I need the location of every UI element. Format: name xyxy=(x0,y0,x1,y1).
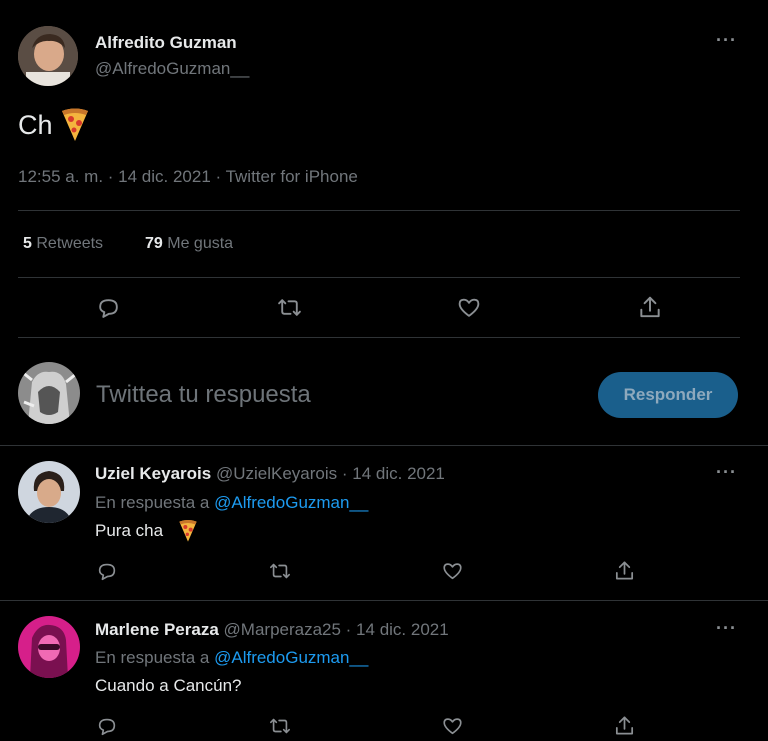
author-name[interactable]: Alfredito Guzman xyxy=(95,33,237,53)
more-options-icon[interactable]: ··· xyxy=(716,462,737,483)
heart-icon[interactable] xyxy=(456,295,482,320)
comment-icon[interactable] xyxy=(96,295,121,320)
reply-to-link[interactable]: @AlfredoGuzman__ xyxy=(214,493,368,512)
reply-author-name[interactable]: Uziel Keyarois xyxy=(95,464,211,483)
reply-context-prefix: En respuesta a xyxy=(95,648,210,667)
reply-author-name[interactable]: Marlene Peraza xyxy=(95,620,219,639)
retweets-count: 5 xyxy=(23,235,32,252)
retweet-icon[interactable] xyxy=(276,295,303,320)
divider xyxy=(18,210,740,211)
reply-context-prefix: En respuesta a xyxy=(95,493,210,512)
pizza-icon xyxy=(60,107,90,143)
likes-label: Me gusta xyxy=(167,235,234,252)
comment-icon[interactable] xyxy=(96,715,118,737)
reply-text: Pura cha xyxy=(95,521,164,540)
more-options-icon[interactable]: ··· xyxy=(716,618,737,639)
likes-count: 79 xyxy=(145,235,163,252)
reply-author-avatar[interactable] xyxy=(18,616,80,678)
tweet-text: Ch xyxy=(18,110,53,141)
divider xyxy=(18,277,740,278)
reply-input[interactable] xyxy=(96,378,576,412)
retweets-stat[interactable]: 5 Retweets xyxy=(23,235,103,253)
reply-to-link[interactable]: @AlfredoGuzman__ xyxy=(214,648,368,667)
user-avatar[interactable] xyxy=(18,362,80,424)
author-avatar[interactable] xyxy=(18,26,78,86)
reply-header: Marlene Peraza @Marperaza25 · 14 dic. 20… xyxy=(95,620,449,640)
comment-icon[interactable] xyxy=(96,560,118,582)
tweet-text-content: Ch xyxy=(18,110,53,140)
heart-icon[interactable] xyxy=(441,560,464,582)
divider xyxy=(18,337,740,338)
more-options-icon[interactable]: ··· xyxy=(716,30,737,51)
reply-context: En respuesta a @AlfredoGuzman__ xyxy=(95,493,368,513)
divider xyxy=(0,600,768,601)
reply-author-avatar[interactable] xyxy=(18,461,80,523)
author-handle[interactable]: @AlfredoGuzman__ xyxy=(95,59,249,79)
share-icon[interactable] xyxy=(613,714,636,738)
divider xyxy=(0,445,768,446)
pizza-icon xyxy=(178,519,198,543)
reply-handle-date[interactable]: @Marperaza25 · 14 dic. 2021 xyxy=(224,620,449,639)
likes-stat[interactable]: 79 Me gusta xyxy=(145,235,233,253)
share-icon[interactable] xyxy=(613,559,636,583)
reply-text: Cuando a Cancún? xyxy=(95,676,242,695)
reply-context: En respuesta a @AlfredoGuzman__ xyxy=(95,648,368,668)
retweets-label: Retweets xyxy=(36,235,104,252)
share-icon[interactable] xyxy=(637,294,663,321)
retweet-icon[interactable] xyxy=(268,560,292,582)
heart-icon[interactable] xyxy=(441,715,464,737)
reply-button[interactable]: Responder xyxy=(598,372,738,418)
tweet-meta: 12:55 a. m. · 14 dic. 2021 · Twitter for… xyxy=(18,167,358,186)
retweet-icon[interactable] xyxy=(268,715,292,737)
reply-handle-date[interactable]: @UzielKeyarois · 14 dic. 2021 xyxy=(216,464,445,483)
reply-header: Uziel Keyarois @UzielKeyarois · 14 dic. … xyxy=(95,464,445,484)
